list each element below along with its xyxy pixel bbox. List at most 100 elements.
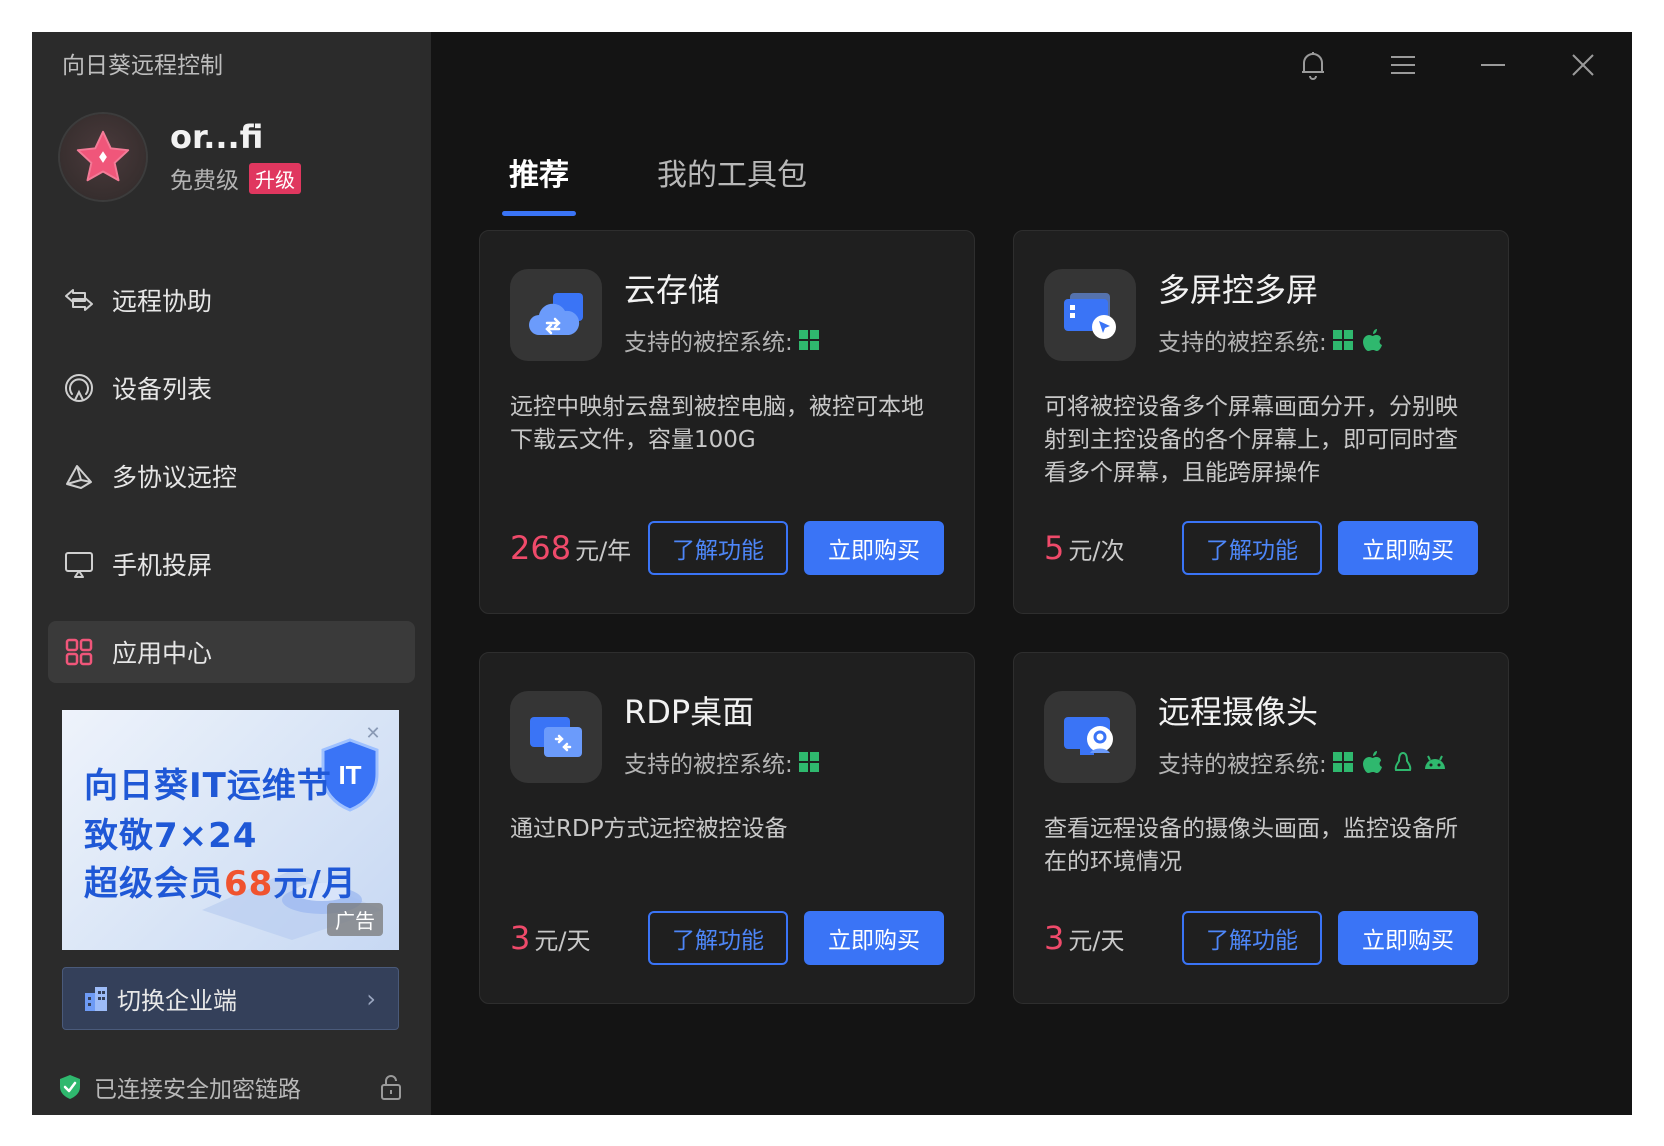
- shield-text: IT: [338, 760, 361, 790]
- ad-line-3-pre: 超级会员: [84, 864, 224, 904]
- ad-line-3-highlight: 68: [224, 864, 274, 904]
- price-unit: 元/年: [575, 537, 632, 565]
- price-unit: 元/次: [1068, 537, 1125, 565]
- price-value: 268: [510, 529, 572, 567]
- card-description: 可将被控设备多个屏幕画面分开，分别映射到主控设备的各个屏幕上，即可同时查看多个屏…: [1044, 394, 1458, 486]
- multi-screen-icon: [1044, 269, 1136, 361]
- remote-assist-icon: [62, 283, 96, 317]
- sidebar-item-remote-assist[interactable]: 远程协助: [48, 269, 415, 331]
- learn-more-button[interactable]: 了解功能: [1182, 911, 1322, 965]
- support-label: 支持的被控系统:: [1158, 330, 1327, 357]
- window-controls: [1292, 44, 1604, 86]
- sidebar-item-screen-cast[interactable]: 手机投屏: [48, 533, 415, 595]
- buy-now-button[interactable]: 立即购买: [1338, 521, 1478, 575]
- tab-recommended[interactable]: 推荐: [502, 150, 576, 216]
- ad-line-3-post: 元/月: [273, 864, 357, 904]
- app-center-icon: [62, 635, 96, 669]
- learn-more-button[interactable]: 了解功能: [648, 521, 788, 575]
- card-description: 通过RDP方式远控被控设备: [510, 816, 788, 842]
- device-list-icon: [62, 371, 96, 405]
- close-window-icon[interactable]: [1562, 44, 1604, 86]
- card-title: 远程摄像头: [1158, 693, 1319, 731]
- learn-more-button[interactable]: 了解功能: [648, 911, 788, 965]
- price-value: 5: [1044, 529, 1065, 567]
- price-unit: 元/天: [1068, 927, 1125, 955]
- sidebar-item-label: 手机投屏: [112, 551, 213, 580]
- building-icon: [83, 985, 109, 1013]
- sidebar-item-label: 多协议远控: [112, 463, 238, 492]
- support-label: 支持的被控系统:: [1158, 752, 1327, 779]
- price: 3 元/天: [510, 919, 590, 957]
- ad-badge: 广告: [327, 903, 383, 936]
- lock-icon[interactable]: [379, 1073, 403, 1101]
- security-status: 已连接安全加密链路: [58, 1070, 403, 1104]
- sidebar-nav: 远程协助 设备列表 多协议远控 手机投屏 应用中心: [48, 269, 415, 709]
- buy-now-button[interactable]: 立即购买: [1338, 911, 1478, 965]
- switch-enterprise-button[interactable]: 切换企业端 ›: [62, 967, 399, 1030]
- username: or...fi: [170, 117, 264, 156]
- feature-card-multi-screen[interactable]: 多屏控多屏 支持的被控系统: 可将被控设备多个屏幕画面分开，分别映射到主控设备的…: [1013, 230, 1509, 614]
- price: 3 元/天: [1044, 919, 1124, 957]
- support-label: 支持的被控系统:: [624, 752, 793, 779]
- feature-card-cloud-storage[interactable]: 云存储 支持的被控系统: 远控中映射云盘到被控电脑，被控可本地下载云文件，容量1…: [479, 230, 975, 614]
- card-description: 查看远程设备的摄像头画面，监控设备所在的环境情况: [1044, 816, 1458, 875]
- minimize-icon[interactable]: [1472, 44, 1514, 86]
- remote-camera-icon: [1044, 691, 1136, 783]
- buy-now-button[interactable]: 立即购买: [804, 911, 944, 965]
- star-icon: [76, 130, 130, 182]
- tab-my-toolkit[interactable]: 我的工具包: [657, 150, 807, 216]
- price: 268 元/年: [510, 529, 631, 567]
- menu-icon[interactable]: [1382, 44, 1424, 86]
- avatar[interactable]: [60, 114, 146, 200]
- app-window: 向日葵远程控制 or...fi 免费级 升级 远程协助 设备列表 多协议远控 手…: [32, 32, 1632, 1115]
- sidebar-item-device-list[interactable]: 设备列表: [48, 357, 415, 419]
- multi-protocol-icon: [62, 459, 96, 493]
- rdp-desktop-icon: [510, 691, 602, 783]
- tier-label: 免费级: [170, 168, 239, 195]
- upgrade-badge[interactable]: 升级: [249, 162, 301, 194]
- ad-banner[interactable]: IT ✕ 向日葵IT运维节 致敬7×24 超级会员68元/月 广告: [62, 710, 399, 950]
- close-icon[interactable]: ✕: [363, 724, 383, 744]
- sidebar: 向日葵远程控制 or...fi 免费级 升级 远程协助 设备列表 多协议远控 手…: [32, 32, 431, 1115]
- learn-more-button[interactable]: 了解功能: [1182, 521, 1322, 575]
- windows-icon: [1332, 330, 1353, 351]
- cloud-storage-icon: [510, 269, 602, 361]
- windows-icon: [1332, 752, 1353, 773]
- price-unit: 元/天: [534, 927, 591, 955]
- sidebar-item-app-center[interactable]: 应用中心: [48, 621, 415, 683]
- card-title: RDP桌面: [624, 693, 755, 731]
- support-label: 支持的被控系统:: [624, 330, 793, 357]
- sidebar-item-multi-protocol[interactable]: 多协议远控: [48, 445, 415, 507]
- sidebar-item-label: 远程协助: [112, 287, 213, 316]
- card-title: 多屏控多屏: [1158, 271, 1319, 309]
- shield-check-icon: [60, 1075, 80, 1099]
- sidebar-item-label: 应用中心: [112, 639, 213, 668]
- windows-icon: [798, 330, 819, 351]
- profile[interactable]: or...fi 免费级 升级: [60, 114, 301, 200]
- ad-line-2: 致敬7×24: [84, 816, 258, 856]
- price: 5 元/次: [1044, 529, 1124, 567]
- feature-card-rdp-desktop[interactable]: RDP桌面 支持的被控系统: 通过RDP方式远控被控设备 3 元/天 了解功能 …: [479, 652, 975, 1004]
- switch-enterprise-label: 切换企业端: [117, 987, 237, 1015]
- chevron-right-icon: ›: [366, 984, 376, 1013]
- bell-icon[interactable]: [1292, 44, 1334, 86]
- security-label: 已连接安全加密链路: [94, 1077, 301, 1103]
- price-value: 3: [1044, 919, 1065, 957]
- card-title: 云存储: [624, 271, 721, 309]
- ad-line-1: 向日葵IT运维节: [84, 766, 332, 806]
- feature-cards: 云存储 支持的被控系统: 远控中映射云盘到被控电脑，被控可本地下载云文件，容量1…: [479, 230, 1509, 1004]
- sidebar-item-label: 设备列表: [112, 375, 213, 404]
- android-icon: [1424, 755, 1445, 770]
- apple-icon: [1362, 329, 1382, 352]
- app-title: 向日葵远程控制: [62, 53, 223, 79]
- buy-now-button[interactable]: 立即购买: [804, 521, 944, 575]
- main-panel: 推荐 我的工具包 云存储 支持的被控系统: 远控中映射云盘到被控电脑，被控可本地…: [431, 32, 1632, 1115]
- screen-cast-icon: [62, 547, 96, 581]
- linux-icon: [1394, 752, 1411, 772]
- apple-icon: [1362, 751, 1382, 774]
- windows-icon: [798, 752, 819, 773]
- tab-bar: 推荐 我的工具包: [502, 150, 807, 216]
- feature-card-remote-camera[interactable]: 远程摄像头 支持的被控系统: 查看远程设备的摄像头画面，监控设备所在的环境情况 …: [1013, 652, 1509, 1004]
- price-value: 3: [510, 919, 531, 957]
- ad-line-3: 超级会员68元/月: [84, 856, 357, 905]
